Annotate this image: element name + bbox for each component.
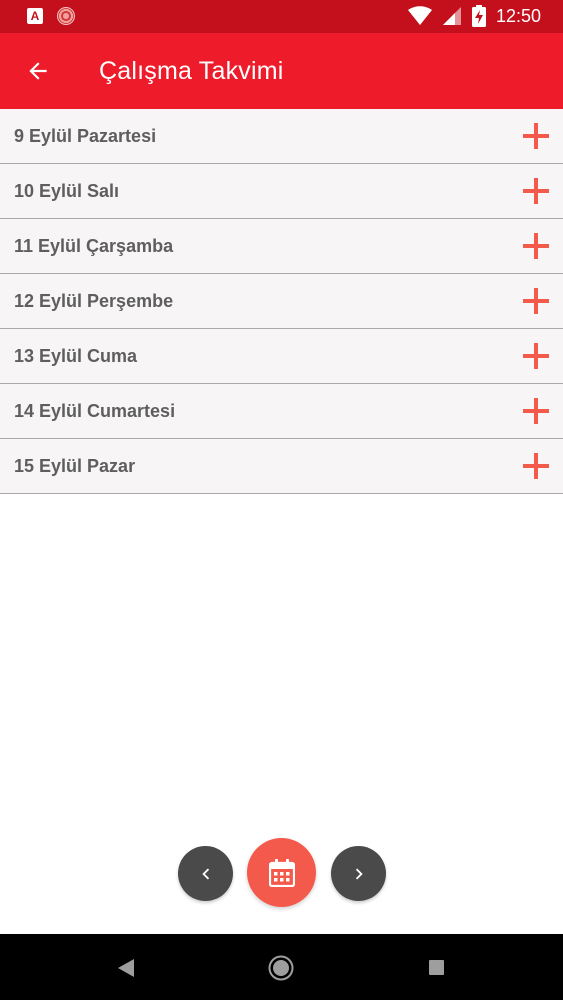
system-recents-icon[interactable] [429, 960, 444, 975]
plus-icon[interactable] [523, 453, 549, 479]
list-item[interactable]: 15 Eylül Pazar [0, 439, 563, 494]
calendar-icon [268, 858, 295, 887]
notification-icons: A [27, 7, 75, 25]
battery-charging-icon [471, 5, 486, 27]
day-label: 14 Eylül Cumartesi [14, 401, 176, 421]
next-week-button[interactable] [331, 846, 386, 901]
day-label: 10 Eylül Salı [14, 181, 120, 201]
list-item[interactable]: 13 Eylül Cuma [0, 329, 563, 384]
plus-icon[interactable] [523, 288, 549, 314]
day-label: 11 Eylül Çarşamba [14, 236, 174, 256]
status-time: 12:50 [495, 6, 541, 26]
plus-icon[interactable] [523, 343, 549, 369]
list-item[interactable]: 12 Eylül Perşembe [0, 274, 563, 329]
previous-week-button[interactable] [178, 846, 233, 901]
plus-icon[interactable] [523, 123, 549, 149]
day-label: 13 Eylül Cuma [14, 346, 138, 366]
list-item[interactable]: 9 Eylül Pazartesi [0, 109, 563, 164]
day-list: 9 Eylül Pazartesi 10 Eylül Salı 11 Eylül… [0, 109, 563, 494]
system-navigation-bar [0, 934, 563, 1000]
plus-icon[interactable] [523, 233, 549, 259]
plus-icon[interactable] [523, 178, 549, 204]
chevron-left-icon [201, 868, 209, 879]
list-item[interactable]: 14 Eylül Cumartesi [0, 384, 563, 439]
app-bar: Çalışma Takvimi [0, 33, 563, 109]
list-item[interactable]: 10 Eylül Salı [0, 164, 563, 219]
notification-badge-icon [57, 7, 75, 25]
signal-icon [442, 7, 461, 25]
calendar-button[interactable] [247, 838, 316, 907]
chevron-right-icon [355, 868, 363, 879]
day-label: 9 Eylül Pazartesi [14, 126, 157, 146]
screen: A 12:50 Çalışma Takvimi 9 Eylül Pazartes… [0, 0, 563, 1000]
day-label: 15 Eylül Pazar [14, 456, 136, 476]
system-back-icon[interactable] [117, 958, 135, 978]
day-label: 12 Eylül Perşembe [14, 291, 174, 311]
system-home-icon[interactable] [268, 955, 294, 981]
system-icons: 12:50 [407, 5, 541, 27]
plus-icon[interactable] [523, 398, 549, 424]
status-bar: A 12:50 [0, 0, 563, 33]
wifi-icon [407, 6, 432, 25]
arrow-left-icon [29, 62, 47, 80]
back-button[interactable] [22, 55, 54, 87]
list-item[interactable]: 11 Eylül Çarşamba [0, 219, 563, 274]
page-title: Çalışma Takvimi [99, 57, 284, 85]
notification-app-icon: A [27, 8, 43, 24]
